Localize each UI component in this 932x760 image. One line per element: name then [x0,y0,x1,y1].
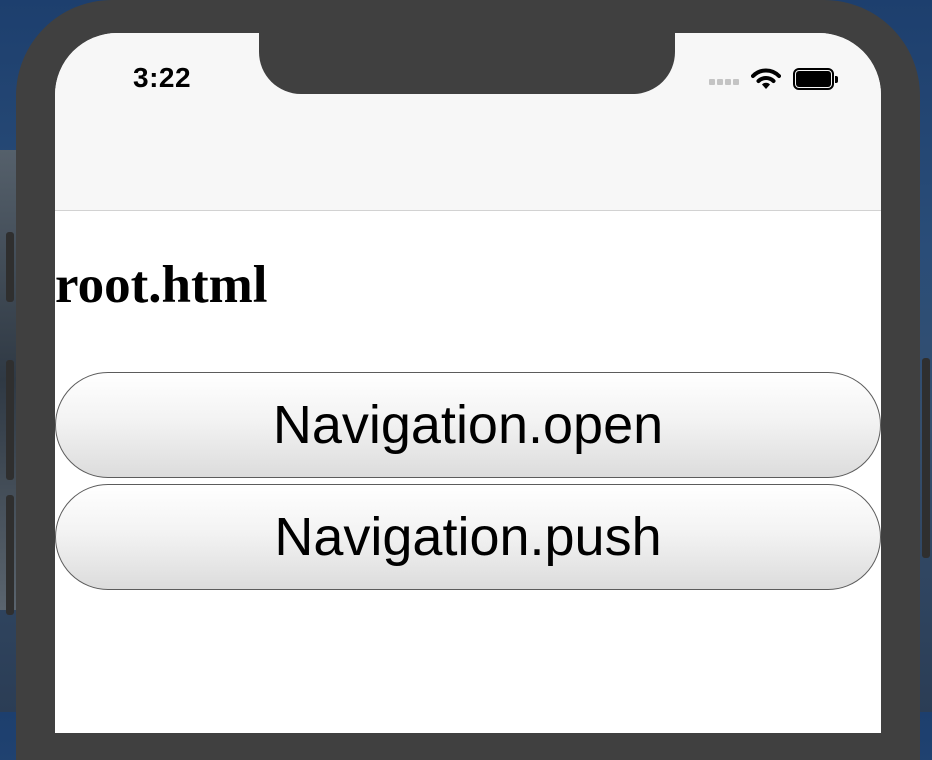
status-icons [709,67,838,91]
side-button-right [922,358,930,558]
side-button-left-middle [6,360,14,480]
status-time: 3:22 [133,62,192,93]
battery-icon [793,68,838,90]
phone-screen: 3:22 root.html Navigation.open Navigatio… [55,33,881,733]
side-button-left-upper [6,232,14,302]
side-button-left-lower [6,495,14,615]
page-title: root.html [55,256,268,314]
camera-notch [259,33,675,94]
navigation-push-button[interactable]: Navigation.push [55,484,881,590]
signal-icon [709,73,739,85]
wifi-icon [751,68,781,89]
navigation-open-button[interactable]: Navigation.open [55,372,881,478]
